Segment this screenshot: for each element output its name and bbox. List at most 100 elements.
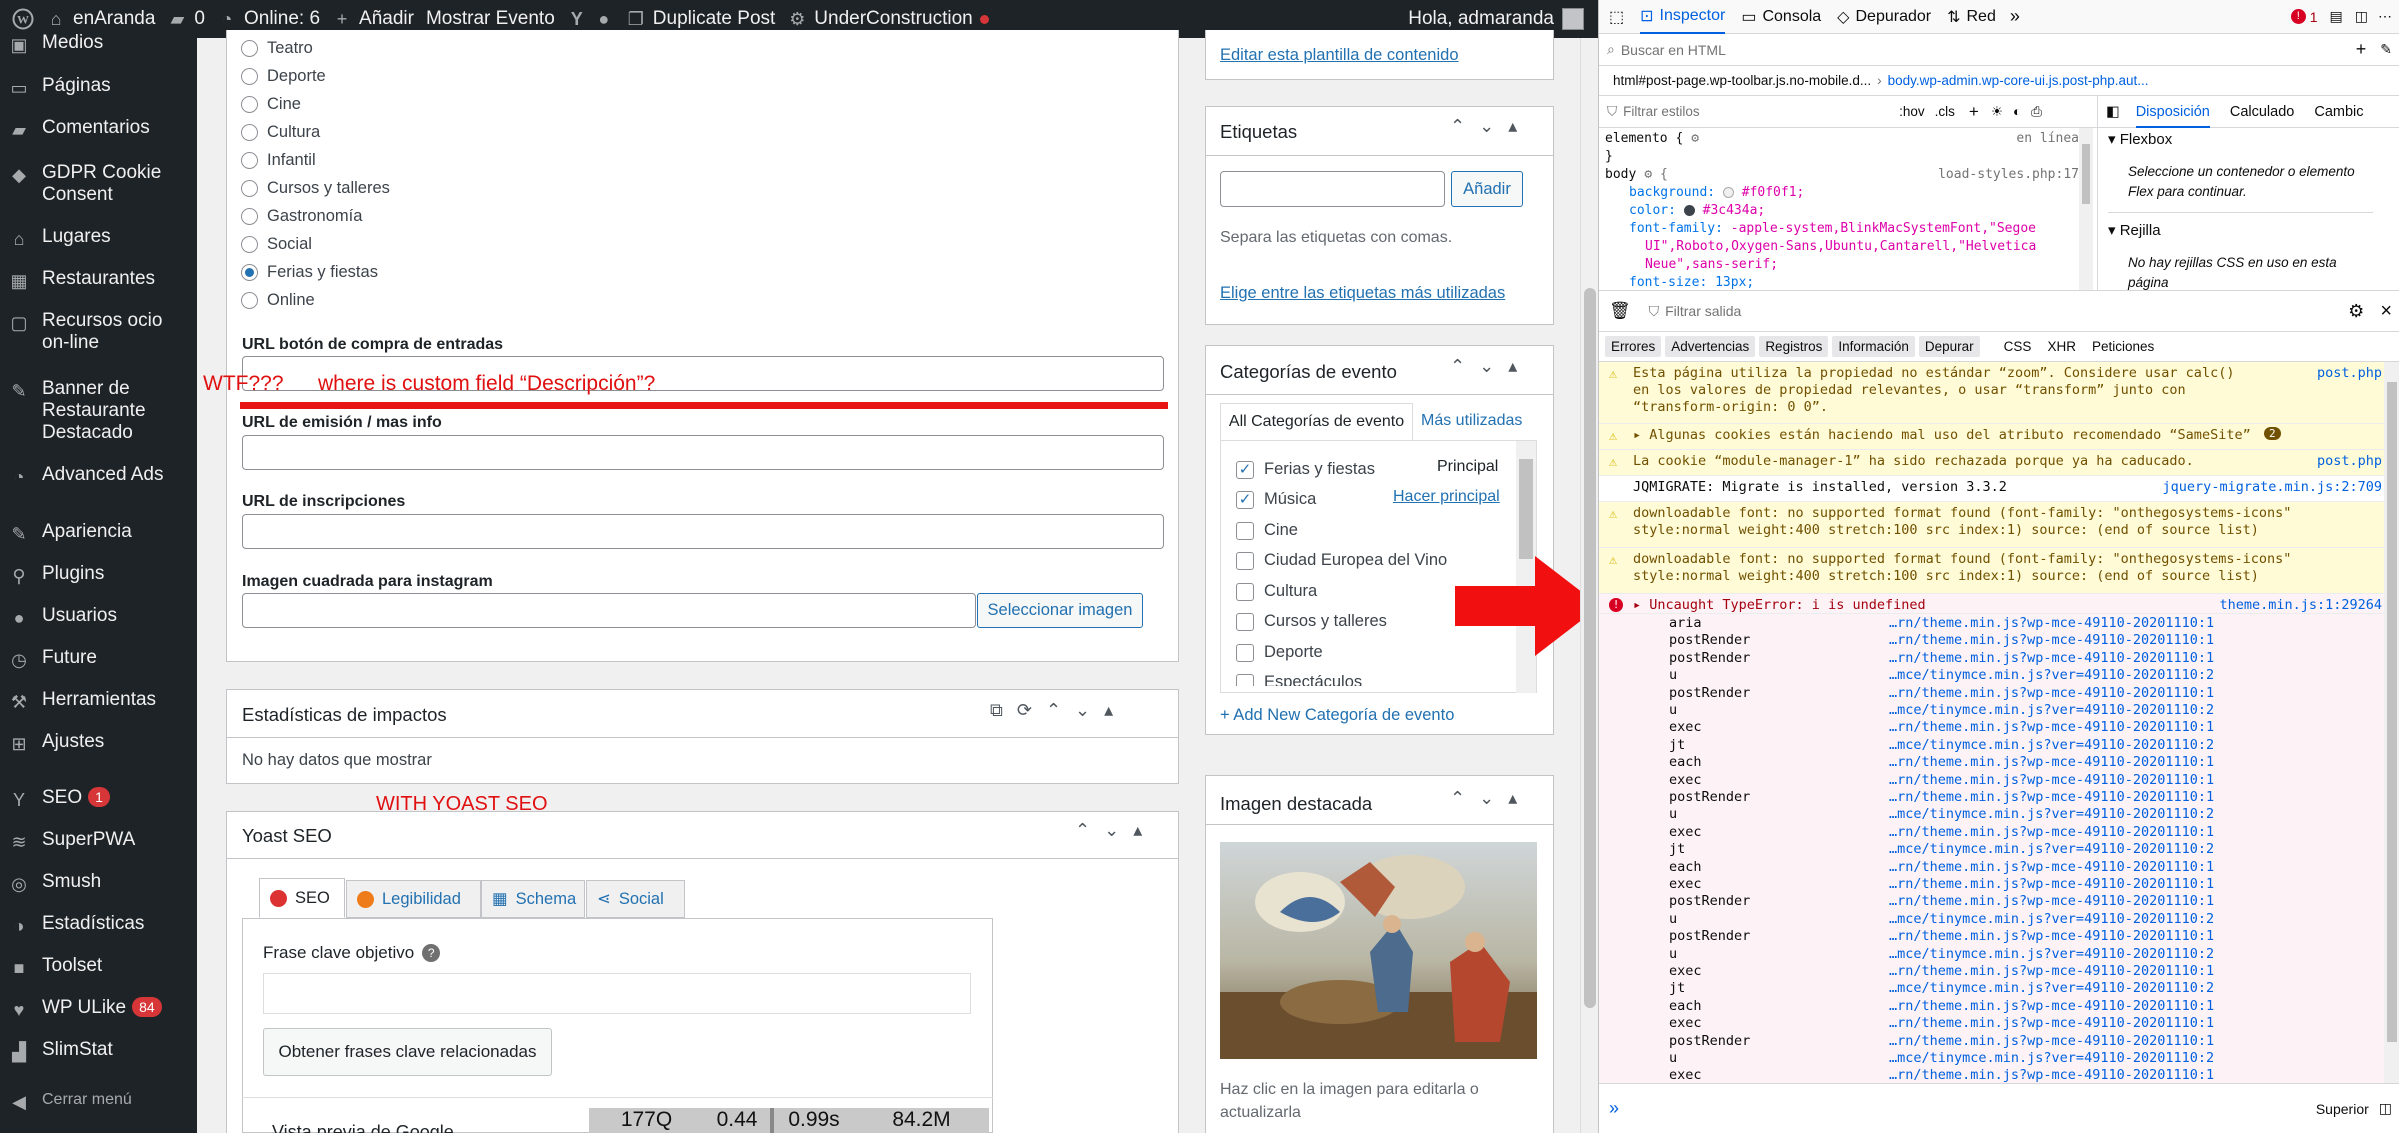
sidebar-item-ajustes[interactable]: ⊞ Ajustes (0, 731, 197, 755)
toggle-icon[interactable]: ▴ (1104, 700, 1113, 721)
sidebar-item-future[interactable]: ◷ Future (0, 647, 197, 671)
chevron-down-icon[interactable]: ⌄ (1075, 700, 1090, 721)
sidebar-item-wp-ulike[interactable]: ♥ WP ULike 84 (0, 997, 197, 1021)
console-filter-registros[interactable]: Registros (1759, 336, 1829, 357)
tab-readability[interactable]: Legibilidad (346, 880, 481, 918)
menu-icon[interactable]: ⋯ (2378, 8, 2392, 25)
trace-source-link[interactable]: …mce/tinymce.min.js?ver=49110-20201110:2 (1889, 806, 2214, 822)
category-checkbox[interactable] (1236, 551, 1254, 570)
console-message[interactable]: ⚠ Esta página utiliza la propiedad no est… (1599, 362, 2399, 424)
dark-mode-icon[interactable]: ◐ (2013, 104, 2021, 119)
chevron-down-icon[interactable]: ⌄ (1479, 356, 1494, 377)
radio-button[interactable] (241, 124, 258, 141)
trace-source-link[interactable]: …rn/theme.min.js?wp-mce-49110-20201110:1 (1889, 859, 2214, 875)
signup-url-input[interactable] (242, 514, 1164, 549)
console-filter-peticiones[interactable]: Peticiones (2086, 336, 2160, 357)
add-category-link[interactable]: + Add New Categoría de evento (1220, 706, 1454, 725)
console-filter-css[interactable]: CSS (1998, 336, 2038, 357)
category-item[interactable]: Cursos y talleres (1236, 612, 1387, 631)
chevron-up-icon[interactable]: ⌃ (1450, 788, 1465, 809)
trace-source-link[interactable]: …rn/theme.min.js?wp-mce-49110-20201110:1 (1889, 1033, 2214, 1049)
radio-button[interactable] (241, 236, 258, 253)
close-icon[interactable]: × (2380, 300, 2392, 323)
tab-network[interactable]: ⇅ Red (1947, 7, 1996, 27)
refresh-icon[interactable]: ⟳ (1017, 700, 1032, 721)
event-type-radio[interactable]: Gastronomía (241, 207, 362, 226)
popular-tags-link[interactable]: Elige entre las etiquetas más utilizadas (1220, 284, 1505, 303)
message-source-link[interactable]: post.php (2317, 365, 2382, 381)
sidebar-item-comentarios[interactable]: ▰ Comentarios (0, 117, 197, 141)
tab-debugger[interactable]: ◇ Depurador (1837, 7, 1931, 27)
trace-source-link[interactable]: …rn/theme.min.js?wp-mce-49110-20201110:1 (1889, 789, 2214, 805)
sidebar-item-plugins[interactable]: ⚲ Plugins (0, 563, 197, 587)
chevron-down-icon[interactable]: ⌄ (1479, 116, 1494, 137)
trace-source-link[interactable]: …rn/theme.min.js?wp-mce-49110-20201110:1 (1889, 1015, 2214, 1031)
trace-source-link[interactable]: …rn/theme.min.js?wp-mce-49110-20201110:1 (1889, 685, 2214, 701)
sidebar-item-recursos-ocio-on-line[interactable]: ▢ Recursos ocio on-line (0, 310, 197, 354)
trace-source-link[interactable]: …rn/theme.min.js?wp-mce-49110-20201110:1 (1889, 824, 2214, 840)
sidebar-item-seo[interactable]: Y SEO 1 (0, 787, 197, 811)
trace-source-link[interactable]: …mce/tinymce.min.js?ver=49110-20201110:2 (1889, 911, 2214, 927)
trace-source-link[interactable]: …rn/theme.min.js?wp-mce-49110-20201110:1 (1889, 893, 2214, 909)
trace-source-link[interactable]: …mce/tinymce.min.js?ver=49110-20201110:2 (1889, 1050, 2214, 1066)
trace-source-link[interactable]: …rn/theme.min.js?wp-mce-49110-20201110:1 (1889, 719, 2214, 735)
trace-source-link[interactable]: …rn/theme.min.js?wp-mce-49110-20201110:1 (1889, 928, 2214, 944)
tab-all-categories[interactable]: All Categorías de evento (1220, 403, 1413, 441)
trace-source-link[interactable]: …rn/theme.min.js?wp-mce-49110-20201110:1 (1889, 963, 2214, 979)
eyedropper-icon[interactable]: ✎ (2380, 41, 2392, 58)
radio-button[interactable] (241, 292, 258, 309)
light-mode-icon[interactable]: ☀ (1991, 104, 2003, 120)
console-message[interactable]: ⚠ downloadable font: no supported format … (1599, 502, 2399, 548)
console-filter-xhr[interactable]: XHR (2041, 336, 2082, 357)
console-filter-advertencias[interactable]: Advertencias (1665, 336, 1756, 357)
event-type-radio[interactable]: Cursos y talleres (241, 179, 390, 198)
breadcrumb-html[interactable]: html#post-page.wp-toolbar.js.no-mobile.d… (1613, 73, 1871, 88)
external-link-icon[interactable]: ⧉ (990, 700, 1003, 721)
category-checkbox[interactable] (1236, 521, 1254, 540)
settings-gear-icon[interactable]: ⚙ (2348, 301, 2364, 322)
category-checkbox[interactable]: ✓ (1236, 460, 1254, 479)
responsive-icon[interactable]: ▤ (2330, 8, 2343, 25)
filter-styles-input[interactable]: Filtrar estilos (1623, 104, 1873, 119)
event-type-radio[interactable]: Ferias y fiestas (241, 263, 378, 282)
category-item[interactable]: Deporte (1236, 643, 1323, 662)
sidebar-item-toolset[interactable]: ■ Toolset (0, 955, 197, 979)
pick-element-icon[interactable]: ⬚ (1609, 7, 1624, 27)
console-filter-depurar[interactable]: Depurar (1918, 336, 1980, 357)
flexbox-header[interactable]: ▾ Flexbox (2108, 130, 2373, 150)
sidebar-item-slimstat[interactable]: ▟ SlimStat (0, 1039, 197, 1063)
radio-button[interactable] (241, 180, 258, 197)
chevron-down-icon[interactable]: ⌄ (1104, 820, 1119, 841)
tab-seo[interactable]: SEO (259, 878, 345, 918)
trace-source-link[interactable]: …rn/theme.min.js?wp-mce-49110-20201110:1 (1889, 615, 2214, 631)
page-scrollbar[interactable] (1580, 38, 1598, 1133)
sidebar-item-gdpr-cookie-consent[interactable]: ◆ GDPR Cookie Consent (0, 162, 197, 206)
event-type-radio[interactable]: Deporte (241, 67, 326, 86)
category-item[interactable]: Ciudad Europea del Vino (1236, 551, 1447, 570)
sidebar-item-cerrar-menú[interactable]: ◀ Cerrar menú (0, 1089, 197, 1113)
sidebar-item-smush[interactable]: ◎ Smush (0, 871, 197, 895)
category-item[interactable]: Cine (1236, 521, 1298, 540)
related-keyphrases-button[interactable]: Obtener frases clave relacionadas (263, 1028, 552, 1076)
trace-source-link[interactable]: …mce/tinymce.min.js?ver=49110-20201110:2 (1889, 667, 2214, 683)
trace-source-link[interactable]: …mce/tinymce.min.js?ver=49110-20201110:2 (1889, 702, 2214, 718)
category-item[interactable]: Cultura (1236, 582, 1317, 601)
trace-source-link[interactable]: …mce/tinymce.min.js?ver=49110-20201110:2 (1889, 737, 2214, 753)
tab-inspector[interactable]: ⊡ Inspector (1640, 0, 1726, 34)
rules-scrollbar[interactable] (2079, 128, 2093, 290)
category-item[interactable]: ✓ Ferias y fiestas (1236, 460, 1375, 479)
hov-toggle[interactable]: :hov (1899, 104, 1925, 119)
event-type-radio[interactable]: Teatro (241, 39, 313, 58)
chevron-down-icon[interactable]: ⌄ (1479, 788, 1494, 809)
trace-source-link[interactable]: …rn/theme.min.js?wp-mce-49110-20201110:1 (1889, 1067, 2214, 1083)
category-checkbox[interactable] (1236, 582, 1254, 601)
sidebar-item-banner-de-restaurante-destacado[interactable]: ✎ Banner de Restaurante Destacado (0, 378, 197, 444)
radio-button[interactable] (241, 96, 258, 113)
console-filter-errores[interactable]: Errores (1605, 336, 1662, 357)
add-node-icon[interactable]: + (2356, 39, 2367, 60)
message-source-link[interactable]: jquery-migrate.min.js:2:709 (2163, 479, 2382, 495)
my-account[interactable]: Hola, admaranda (1408, 8, 1584, 30)
radio-button[interactable] (241, 152, 258, 169)
console-message[interactable]: ⚠ downloadable font: no supported format … (1599, 548, 2399, 594)
trace-source-link[interactable]: …mce/tinymce.min.js?ver=49110-20201110:2 (1889, 841, 2214, 857)
